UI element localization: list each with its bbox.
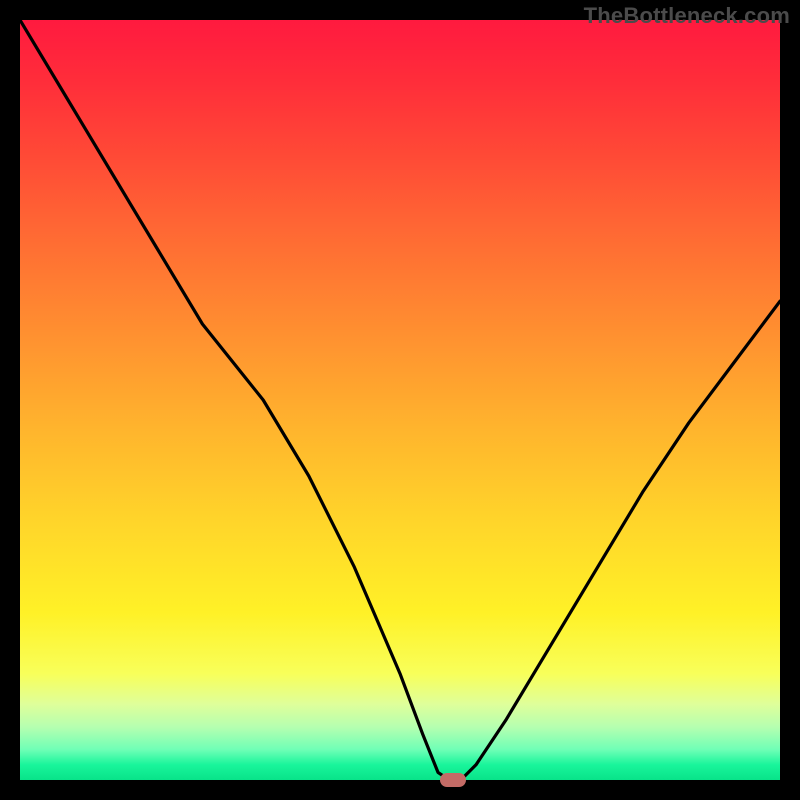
bottleneck-curve-path xyxy=(20,20,780,780)
chart-frame: TheBottleneck.com xyxy=(0,0,800,800)
watermark-text: TheBottleneck.com xyxy=(584,3,790,29)
bottleneck-marker xyxy=(440,773,466,787)
plot-area xyxy=(20,20,780,780)
curve-svg xyxy=(20,20,780,780)
